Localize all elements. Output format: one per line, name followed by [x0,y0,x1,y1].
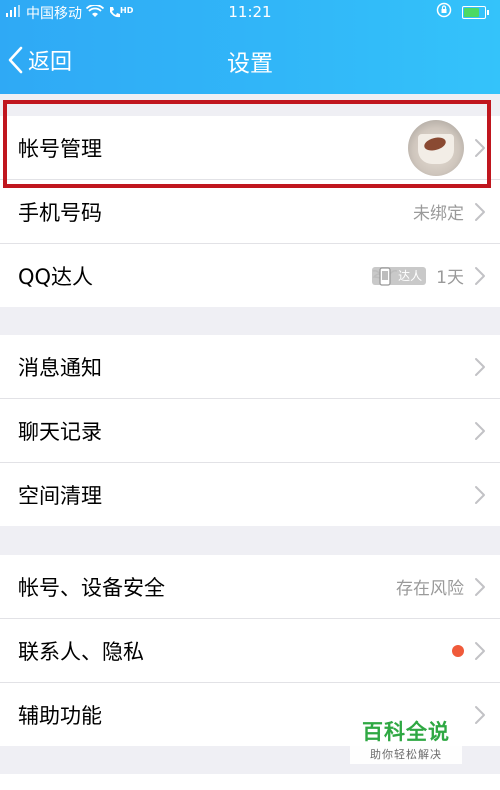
settings-item-label: 聊天记录 [18,419,102,444]
chevron-right-icon [475,577,485,596]
settings-item-label: QQ达人 [18,264,94,289]
settings-item-value: 未绑定 [413,204,464,224]
chevron-right-icon [475,266,485,285]
settings-item-value: 1天 [436,268,464,288]
settings-item-label: 辅助功能 [18,703,102,728]
chevron-right-icon [475,357,485,376]
page-title: 设置 [227,51,273,77]
settings-item-label: 消息通知 [18,355,102,380]
watermark-title: 百科全说 [362,720,450,744]
status-time: 11:21 [228,3,272,21]
settings-item-notifications[interactable]: 消息通知 [0,335,500,399]
chevron-right-icon [475,641,485,660]
status-bar: 中国移动 HD 11:21 [0,0,500,24]
settings-item-storage-cleanup[interactable]: 空间清理 [0,463,500,526]
battery-icon [462,5,489,19]
chevron-right-icon [475,705,485,724]
highlight-box [3,100,491,188]
settings-item-value: 存在风险 [396,579,464,599]
watermark: 百科全说 助你轻松解决 [350,712,462,764]
settings-item-qq-daren[interactable]: QQ达人 达人 1天 [0,244,500,307]
lock-rotation-icon [436,2,452,22]
watermark-subtitle: 助你轻松解决 [370,748,442,761]
winged-phone-icon [372,266,398,286]
settings-item-label: 手机号码 [18,200,102,225]
settings-group-more [0,774,500,790]
chevron-right-icon [475,485,485,504]
settings-item-label: 帐号、设备安全 [18,575,165,600]
chevron-right-icon [475,421,485,440]
nav-header: 中国移动 HD 11:21 返回 设置 [0,0,500,94]
settings-item-label: 联系人、隐私 [18,639,144,664]
settings-item-phone-number[interactable]: 手机号码 未绑定 [0,180,500,244]
settings-group-messages: 消息通知 聊天记录 空间清理 [0,335,500,526]
settings-item-device-security[interactable]: 帐号、设备安全 存在风险 [0,555,500,619]
settings-item-chat-history[interactable]: 聊天记录 [0,399,500,463]
badge-label: 达人 [398,269,423,283]
notification-dot [452,644,464,657]
daren-badge: 达人 [372,266,427,286]
settings-item-label: 空间清理 [18,483,102,508]
chevron-right-icon [475,202,485,221]
settings-item-contacts-privacy[interactable]: 联系人、隐私 [0,619,500,683]
